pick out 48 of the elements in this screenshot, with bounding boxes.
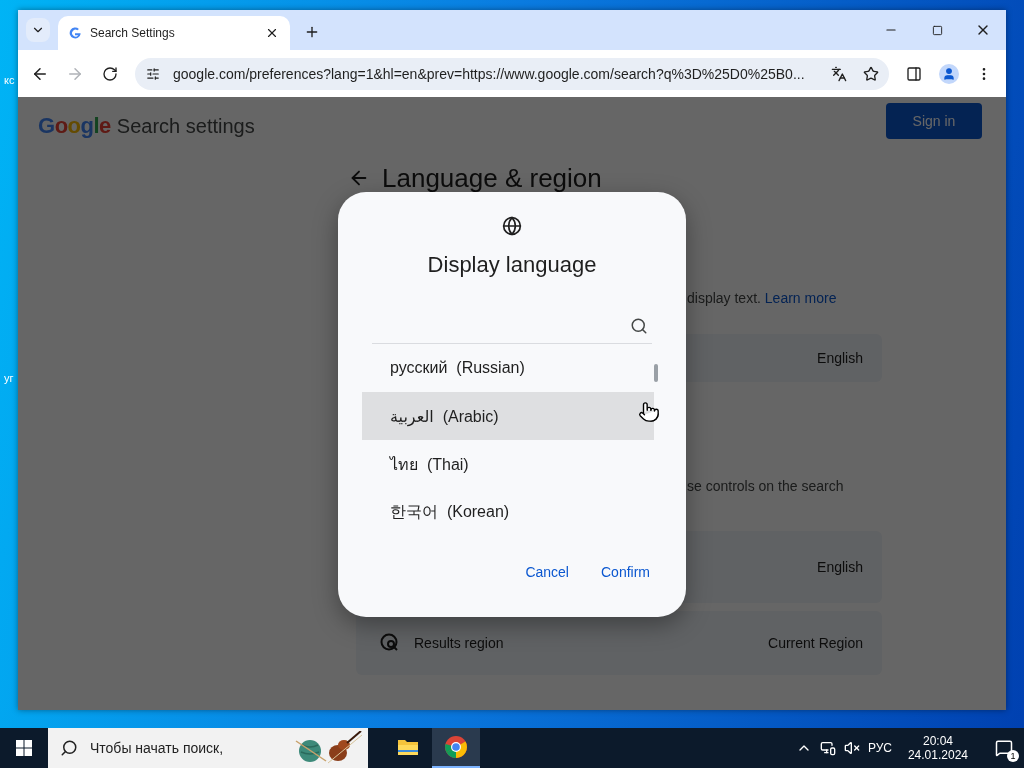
google-logo: Google <box>38 113 111 139</box>
description-text: display text. Learn more <box>687 290 838 306</box>
dialog-title: Display language <box>427 252 597 278</box>
address-bar[interactable]: google.com/preferences?lang=1&hl=en&prev=https://www.google.com/search?q%3D%25D0%25B0... <box>135 57 889 90</box>
scrollbar-thumb[interactable] <box>654 364 658 382</box>
setting-value: English <box>817 350 863 366</box>
chrome-icon <box>444 735 468 759</box>
page-title: Search settings <box>116 114 255 138</box>
search-icon <box>630 316 648 335</box>
cancel-button[interactable]: Cancel <box>513 556 581 588</box>
notifications-button[interactable]: 1 <box>984 728 1024 768</box>
section-heading: Language & region <box>382 165 602 191</box>
language-option[interactable]: русский (Russian) <box>362 344 654 392</box>
language-option[interactable]: العربية (Arabic) <box>362 392 654 440</box>
google-favicon-icon <box>68 26 82 40</box>
language-option[interactable]: ไทย (Thai) <box>362 440 654 488</box>
desktop-icon-label: кс <box>4 74 15 86</box>
tab-title: Search Settings <box>90 26 176 40</box>
network-icon[interactable] <box>819 740 836 756</box>
reload-icon <box>102 65 118 82</box>
maximize-icon <box>931 24 943 36</box>
search-icon <box>60 739 78 757</box>
folder-icon <box>397 738 419 756</box>
clock-time: 20:04 <box>922 734 953 748</box>
globe-search-icon <box>380 633 400 653</box>
search-input[interactable]: Чтобы начать поиск, <box>88 739 284 757</box>
desktop-icon-label: уг <box>4 372 14 384</box>
confirm-button[interactable]: Confirm <box>589 556 662 588</box>
plus-icon <box>304 24 320 40</box>
clock-date: 24.01.2024 <box>907 748 968 762</box>
notification-icon <box>995 739 1013 757</box>
setting-value: English <box>817 559 863 575</box>
setting-value: Current Region <box>768 635 863 651</box>
tab-search-button[interactable] <box>26 18 50 42</box>
setting-label: Results region <box>414 635 504 651</box>
language-option[interactable]: 한국어 (Korean) <box>362 488 654 536</box>
browser-tab[interactable]: Search Settings <box>58 16 290 50</box>
description-text: se controls on the search <box>687 478 845 494</box>
taskbar-app-button[interactable] <box>432 728 480 768</box>
taskbar-search-box[interactable]: Чтобы начать поиск, <box>48 728 368 768</box>
yarn-and-violin-drawing <box>294 731 364 765</box>
notification-count: 1 <box>1007 750 1019 762</box>
url-text: google.com/preferences?lang=1&hl=en&prev=https://www.google.com/search?q%3D%25D0%25B0... <box>173 65 806 82</box>
volume-muted-icon[interactable] <box>843 740 860 756</box>
input-language-indicator[interactable]: РУС <box>867 741 892 755</box>
hand-cursor-icon <box>638 401 660 423</box>
globe-icon <box>502 216 522 236</box>
windows-logo-icon <box>16 740 32 756</box>
